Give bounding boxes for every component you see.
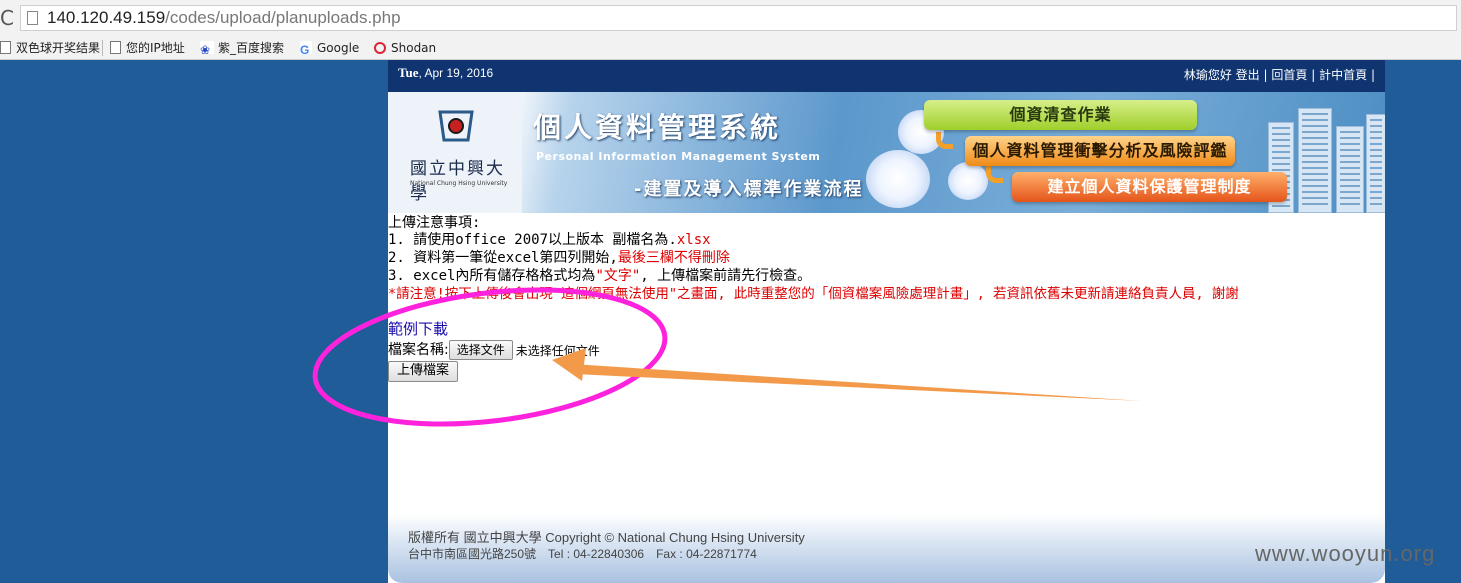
page-icon: [0, 41, 11, 54]
notice-heading: 上傳注意事項:: [388, 215, 481, 231]
bookmark-ip[interactable]: 您的IP地址: [110, 39, 185, 57]
flower-decoration: [866, 150, 930, 208]
page-container: Tue, Apr 19, 2016 林瑜您好 登出 | 回首頁 | 計中首頁 |…: [388, 60, 1385, 583]
building-decoration: [1336, 126, 1364, 213]
url-host: 140.120.49.159: [47, 8, 166, 27]
google-icon: G: [300, 41, 312, 57]
bookmark-lottery[interactable]: 双色球开奖结果: [0, 39, 100, 57]
separator: |: [1263, 68, 1268, 82]
page-icon: [27, 11, 38, 25]
no-file-text: 未选择任何文件: [515, 343, 600, 358]
computer-center-link[interactable]: 計中首頁: [1319, 68, 1367, 82]
bookmark-separator: [102, 40, 103, 56]
system-subtitle: -建置及導入標準作業流程: [634, 179, 864, 200]
inventory-button[interactable]: 個資清查作業: [924, 100, 1197, 130]
reload-icon[interactable]: C: [0, 6, 14, 30]
sample-download-link[interactable]: 範例下載: [388, 320, 448, 338]
arrow-icon: [936, 132, 953, 149]
system-title: 個人資料管理系統: [533, 111, 782, 144]
system-banner: 國立中興大學 National Chung Hsing University 個…: [388, 92, 1385, 213]
university-name-en: National Chung Hsing University: [410, 180, 508, 187]
header-bar: Tue, Apr 19, 2016 林瑜您好 登出 | 回首頁 | 計中首頁 |: [388, 60, 1385, 92]
separator: |: [1370, 68, 1375, 82]
arrow-icon: [986, 166, 1003, 183]
notice-warning: *請注意!按下上傳後會出現"這個網頁無法使用"之畫面, 此時重整您的「個資檔案風…: [388, 286, 1239, 302]
upload-button[interactable]: 上傳檔案: [388, 361, 459, 382]
home-link[interactable]: 回首頁: [1271, 68, 1307, 82]
choose-file-button[interactable]: 选择文件: [448, 340, 513, 360]
footer: 版權所有 國立中興大學 Copyright © National Chung H…: [388, 514, 1385, 583]
university-logo: 國立中興大學 National Chung Hsing University: [388, 92, 522, 213]
file-label: 檔案名稱:: [388, 342, 449, 358]
file-row: 檔案名稱: 选择文件 未选择任何文件: [388, 339, 600, 360]
baidu-paw-icon: ❀: [200, 41, 214, 57]
bookmark-google[interactable]: G Google: [300, 39, 359, 57]
copyright-text: 版權所有 國立中興大學 Copyright © National Chung H…: [408, 530, 805, 545]
shodan-icon: [374, 42, 386, 54]
url-text: 140.120.49.159/codes/upload/planuploads.…: [47, 8, 401, 28]
watermark: www.wooyun.org: [1255, 541, 1436, 566]
flower-decoration: [948, 162, 988, 200]
system-title-en: Personal Information Management System: [536, 150, 821, 163]
address-text: 台中市南區國光路250號 Tel : 04-22840306 Fax : 04-…: [408, 547, 757, 561]
bookmark-baidu[interactable]: ❀ 紫_百度搜索: [200, 39, 284, 57]
logout-link[interactable]: 登出: [1236, 68, 1260, 82]
bookmark-shodan[interactable]: Shodan: [374, 39, 436, 57]
url-input[interactable]: 140.120.49.159/codes/upload/planuploads.…: [20, 5, 1457, 31]
risk-assessment-button[interactable]: 個人資料管理衝擊分析及風險評鑑: [965, 136, 1235, 166]
seal-icon: [438, 110, 474, 142]
university-name-cn: 國立中興大學: [410, 159, 505, 204]
page-icon: [110, 41, 121, 54]
bookmarks-bar: 双色球开奖结果 您的IP地址 ❀ 紫_百度搜索 G Google Shodan: [0, 36, 1461, 60]
notice-item-1: 1. 請使用office 2007以上版本 副檔名為.xlsx: [388, 232, 711, 248]
separator: |: [1311, 68, 1316, 82]
browser-address-bar: C 140.120.49.159/codes/upload/planupload…: [0, 0, 1461, 37]
notice-item-2: 2. 資料第一筆從excel第四列開始,最後三欄不得刪除: [388, 250, 730, 266]
current-date: Tue, Apr 19, 2016: [398, 65, 494, 80]
header-links: 林瑜您好 登出 | 回首頁 | 計中首頁 |: [1184, 66, 1375, 83]
notice-item-3: 3. excel內所有儲存格格式均為"文字", 上傳檔案前請先行檢查。: [388, 268, 812, 284]
building-decoration: [1298, 108, 1332, 213]
user-greeting: 林瑜您好: [1183, 68, 1232, 82]
url-path: /codes/upload/planuploads.php: [165, 8, 401, 27]
protection-system-button[interactable]: 建立個人資料保護管理制度: [1012, 172, 1287, 202]
building-decoration: [1366, 114, 1385, 213]
